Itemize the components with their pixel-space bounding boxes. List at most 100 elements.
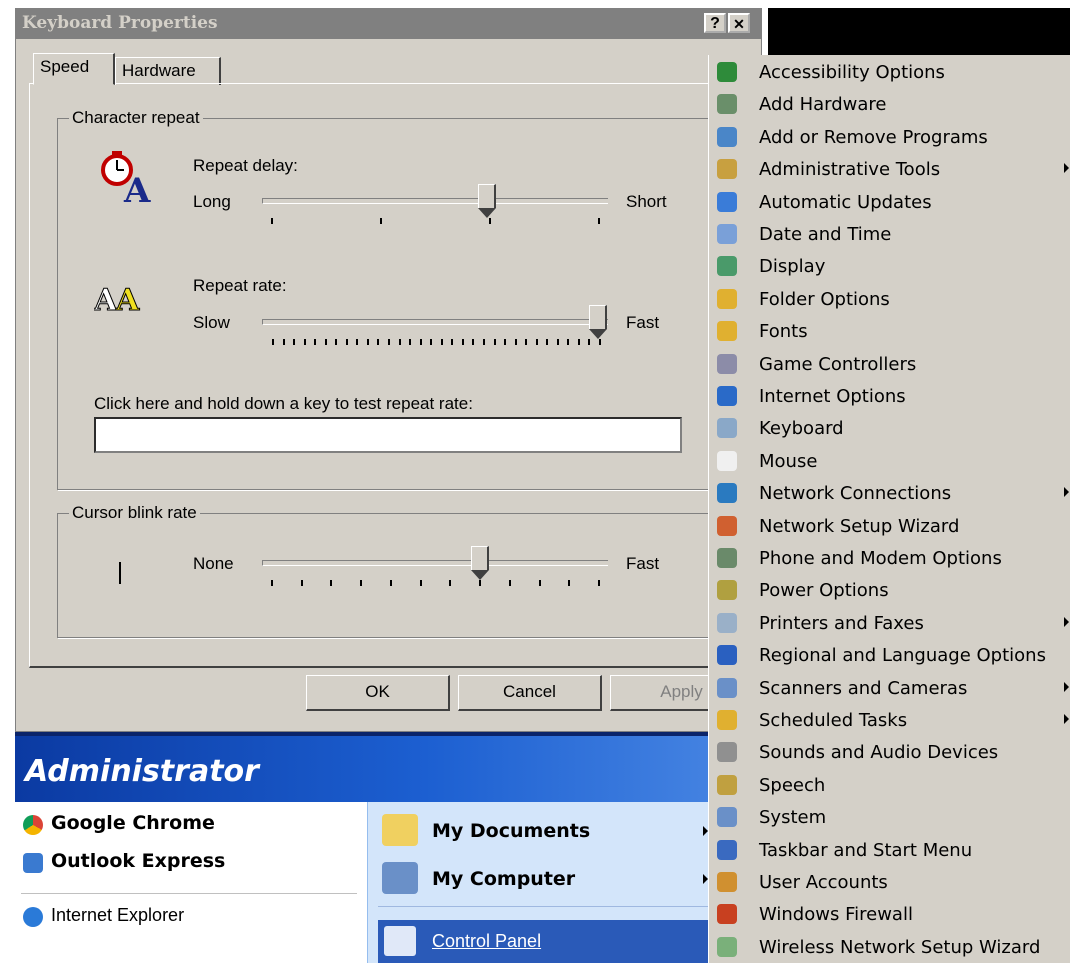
slider-thumb[interactable]	[589, 305, 607, 329]
slider-tick	[567, 339, 570, 345]
internet-explorer-label: Internet Explorer	[51, 905, 185, 925]
slider-thumb[interactable]	[477, 184, 496, 208]
repeat-delay-slider[interactable]	[262, 184, 608, 232]
slider-tick	[330, 580, 333, 586]
control-panel-item-phone-modem[interactable]: Phone and Modem Options	[709, 542, 1070, 574]
control-panel-item-regional-language[interactable]: Regional and Language Options	[709, 639, 1070, 671]
control-panel-item-label: Windows Firewall	[759, 904, 913, 926]
control-panel-item[interactable]: Control Panel	[378, 920, 721, 963]
control-panel-item-game-controllers[interactable]: Game Controllers	[709, 348, 1070, 380]
control-panel-item-scanners-cameras[interactable]: Scanners and Cameras	[709, 672, 1070, 704]
start-menu-header: Administrator	[15, 732, 760, 802]
repeat-rate-slider[interactable]	[262, 305, 608, 353]
game-controllers-icon	[717, 353, 737, 374]
control-panel-item-sounds-audio[interactable]: Sounds and Audio Devices	[709, 736, 1070, 768]
tab-hardware[interactable]: Hardware	[115, 57, 221, 85]
control-panel-item-wireless-network-wizard[interactable]: Wireless Network Setup Wizard	[709, 931, 1070, 963]
control-panel-item-display[interactable]: Display	[709, 250, 1070, 282]
control-panel-item-label: Scheduled Tasks	[759, 710, 908, 731]
close-button[interactable]: ✕	[728, 13, 750, 33]
control-panel-item-automatic-updates[interactable]: Automatic Updates	[709, 186, 1070, 218]
control-panel-item-system[interactable]: System	[709, 801, 1070, 833]
chevron-right-icon	[1064, 681, 1069, 692]
control-panel-item-windows-firewall[interactable]: Windows Firewall	[709, 898, 1070, 930]
svg-text:A: A	[94, 283, 118, 316]
control-panel-item-label: Taskbar and Start Menu	[759, 839, 973, 861]
slider-tick	[324, 339, 327, 345]
slider-thumb[interactable]	[471, 546, 490, 570]
slider-tick	[472, 339, 475, 345]
slider-track	[262, 319, 608, 325]
control-panel-item-power-options[interactable]: Power Options	[709, 574, 1070, 606]
slider-tick	[493, 339, 496, 345]
control-panel-item-speech[interactable]: Speech	[709, 769, 1070, 801]
help-button[interactable]: ?	[704, 13, 726, 33]
wireless-network-wizard-icon	[717, 936, 737, 957]
repeat-rate-label: Repeat rate:	[193, 276, 287, 295]
control-panel-item-folder-options[interactable]: Folder Options	[709, 283, 1070, 315]
control-panel-item-administrative-tools[interactable]: Administrative Tools	[709, 153, 1070, 185]
slider-tick	[303, 339, 306, 345]
ok-button[interactable]: OK	[306, 675, 450, 711]
control-panel-item-label: System	[759, 807, 827, 829]
slider-tick	[272, 339, 274, 345]
tab-hardware-label: Hardware	[122, 61, 196, 80]
test-repeat-input[interactable]	[94, 417, 682, 453]
control-panel-item-add-hardware[interactable]: Add Hardware	[709, 88, 1070, 120]
control-panel-item-internet-options[interactable]: Internet Options	[709, 380, 1070, 412]
my-documents-item[interactable]: My Documents	[378, 810, 708, 850]
system-icon	[717, 807, 737, 828]
chevron-right-icon	[1064, 714, 1069, 724]
control-panel-item-label: Display	[759, 256, 826, 278]
start-menu-right-pane: My Documents My Computer Control Panel	[367, 802, 761, 963]
control-panel-item-label: Network Connections	[759, 483, 952, 505]
cancel-button[interactable]: Cancel	[458, 675, 602, 711]
slider-tick	[577, 339, 580, 345]
slider-tick	[479, 580, 482, 586]
display-icon	[717, 256, 737, 277]
control-panel-item-user-accounts[interactable]: User Accounts	[709, 866, 1070, 898]
my-documents-label: My Documents	[432, 820, 591, 842]
sounds-audio-icon	[717, 742, 737, 763]
control-panel-item-label: Sounds and Audio Devices	[759, 742, 999, 764]
control-panel-item-printers-faxes[interactable]: Printers and Faxes	[709, 607, 1070, 639]
control-panel-item-scheduled-tasks[interactable]: Scheduled Tasks	[709, 704, 1070, 736]
slider-tick	[409, 339, 412, 345]
control-panel-item-mouse[interactable]: Mouse	[709, 445, 1070, 477]
cursor-blink-slider[interactable]	[262, 546, 608, 594]
control-panel-item-fonts[interactable]: Fonts	[709, 315, 1070, 347]
control-panel-item-keyboard[interactable]: Keyboard	[709, 412, 1070, 444]
control-panel-item-network-setup-wizard[interactable]: Network Setup Wizard	[709, 510, 1070, 542]
slider-tick	[430, 339, 433, 345]
slider-track	[262, 198, 608, 204]
control-panel-item-taskbar-start-menu[interactable]: Taskbar and Start Menu	[709, 834, 1070, 866]
slider-tick	[314, 339, 317, 345]
slider-tick	[398, 339, 401, 345]
my-computer-label: My Computer	[432, 868, 576, 890]
date-time-icon	[717, 224, 737, 244]
internet-explorer-icon	[23, 907, 43, 927]
speech-icon	[717, 774, 737, 795]
my-computer-item[interactable]: My Computer	[378, 858, 708, 898]
control-panel-item-label: Add Hardware	[759, 94, 887, 116]
test-repeat-label: Click here and hold down a key to test r…	[94, 394, 473, 413]
tab-speed[interactable]: Speed	[33, 53, 115, 85]
windows-firewall-icon	[717, 904, 737, 925]
slider-tick	[293, 339, 296, 345]
control-panel-item-label: Administrative Tools	[759, 159, 941, 181]
slider-tick	[271, 580, 273, 586]
control-panel-item-label: Add or Remove Programs	[759, 126, 988, 148]
administrative-tools-icon	[717, 159, 737, 180]
control-panel-item-accessibility[interactable]: Accessibility Options	[709, 56, 1070, 88]
slider-tick	[356, 339, 359, 345]
my-computer-icon	[382, 862, 418, 894]
slider-tick	[419, 339, 422, 345]
control-panel-item-network-connections[interactable]: Network Connections	[709, 477, 1070, 509]
title-bar[interactable]: Keyboard Properties ? ✕	[16, 9, 761, 39]
control-panel-item-date-time[interactable]: Date and Time	[709, 218, 1070, 250]
scanners-cameras-icon	[717, 677, 737, 698]
slider-tick	[449, 580, 452, 586]
scheduled-tasks-icon	[717, 710, 737, 730]
control-panel-item-add-remove-programs[interactable]: Add or Remove Programs	[709, 121, 1070, 153]
slider-tick	[377, 339, 380, 345]
